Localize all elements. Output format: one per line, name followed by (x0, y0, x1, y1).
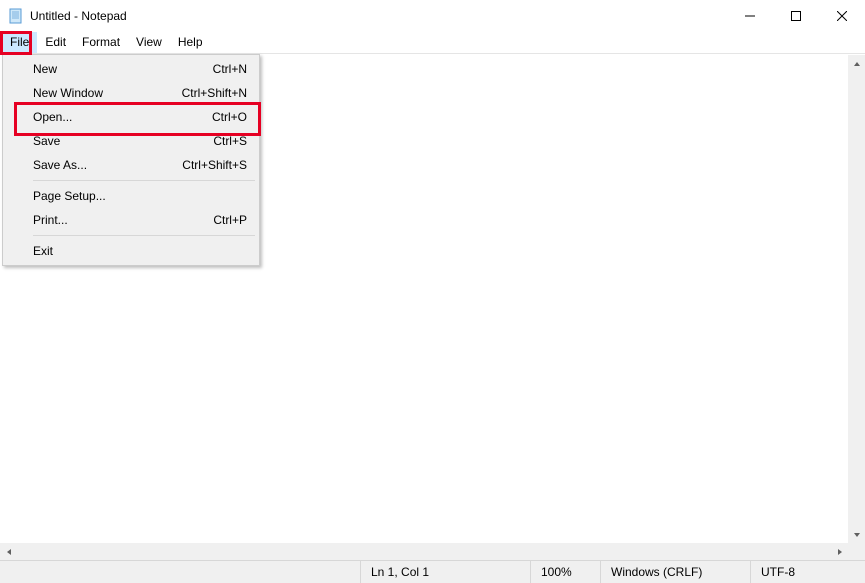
file-menu-dropdown: New Ctrl+N New Window Ctrl+Shift+N Open.… (2, 54, 260, 266)
scroll-down-icon[interactable] (848, 526, 865, 543)
menu-item-label: New (33, 62, 213, 76)
menu-separator (33, 235, 255, 236)
status-zoom: 100% (530, 561, 600, 583)
scroll-left-icon[interactable] (0, 543, 17, 560)
menu-view[interactable]: View (128, 32, 170, 53)
menu-item-save-as[interactable]: Save As... Ctrl+Shift+S (5, 153, 257, 177)
menu-item-print[interactable]: Print... Ctrl+P (5, 208, 257, 232)
menu-item-label: Save (33, 134, 213, 148)
maximize-button[interactable] (773, 0, 819, 32)
menu-format[interactable]: Format (74, 32, 128, 53)
menu-item-label: Exit (33, 244, 247, 258)
scroll-corner (848, 543, 865, 560)
status-encoding: UTF-8 (750, 561, 865, 583)
minimize-button[interactable] (727, 0, 773, 32)
status-line-ending: Windows (CRLF) (600, 561, 750, 583)
menu-file[interactable]: File (2, 32, 37, 53)
close-button[interactable] (819, 0, 865, 32)
window-title: Untitled - Notepad (30, 9, 127, 23)
menu-item-label: Save As... (33, 158, 182, 172)
menu-item-shortcut: Ctrl+Shift+N (182, 86, 247, 100)
menu-item-shortcut: Ctrl+S (213, 134, 247, 148)
horizontal-scrollbar[interactable] (0, 543, 848, 560)
scroll-right-icon[interactable] (831, 543, 848, 560)
menu-item-open[interactable]: Open... Ctrl+O (5, 105, 257, 129)
scroll-up-icon[interactable] (848, 55, 865, 72)
menu-item-label: Print... (33, 213, 213, 227)
menu-item-shortcut: Ctrl+Shift+S (182, 158, 247, 172)
menu-help[interactable]: Help (170, 32, 211, 53)
menu-separator (33, 180, 255, 181)
titlebar: Untitled - Notepad (0, 0, 865, 32)
menu-item-shortcut: Ctrl+N (213, 62, 247, 76)
notepad-icon (8, 8, 24, 24)
menu-item-label: New Window (33, 86, 182, 100)
menu-item-new-window[interactable]: New Window Ctrl+Shift+N (5, 81, 257, 105)
menu-item-page-setup[interactable]: Page Setup... (5, 184, 257, 208)
menu-item-label: Page Setup... (33, 189, 247, 203)
menu-edit[interactable]: Edit (37, 32, 74, 53)
menu-item-shortcut: Ctrl+P (213, 213, 247, 227)
status-position: Ln 1, Col 1 (360, 561, 530, 583)
menu-item-new[interactable]: New Ctrl+N (5, 57, 257, 81)
menubar: File Edit Format View Help (0, 32, 865, 54)
menu-item-save[interactable]: Save Ctrl+S (5, 129, 257, 153)
menu-item-exit[interactable]: Exit (5, 239, 257, 263)
menu-item-shortcut: Ctrl+O (212, 110, 247, 124)
menu-item-label: Open... (33, 110, 212, 124)
vertical-scrollbar[interactable] (848, 55, 865, 543)
statusbar: Ln 1, Col 1 100% Windows (CRLF) UTF-8 (0, 560, 865, 583)
